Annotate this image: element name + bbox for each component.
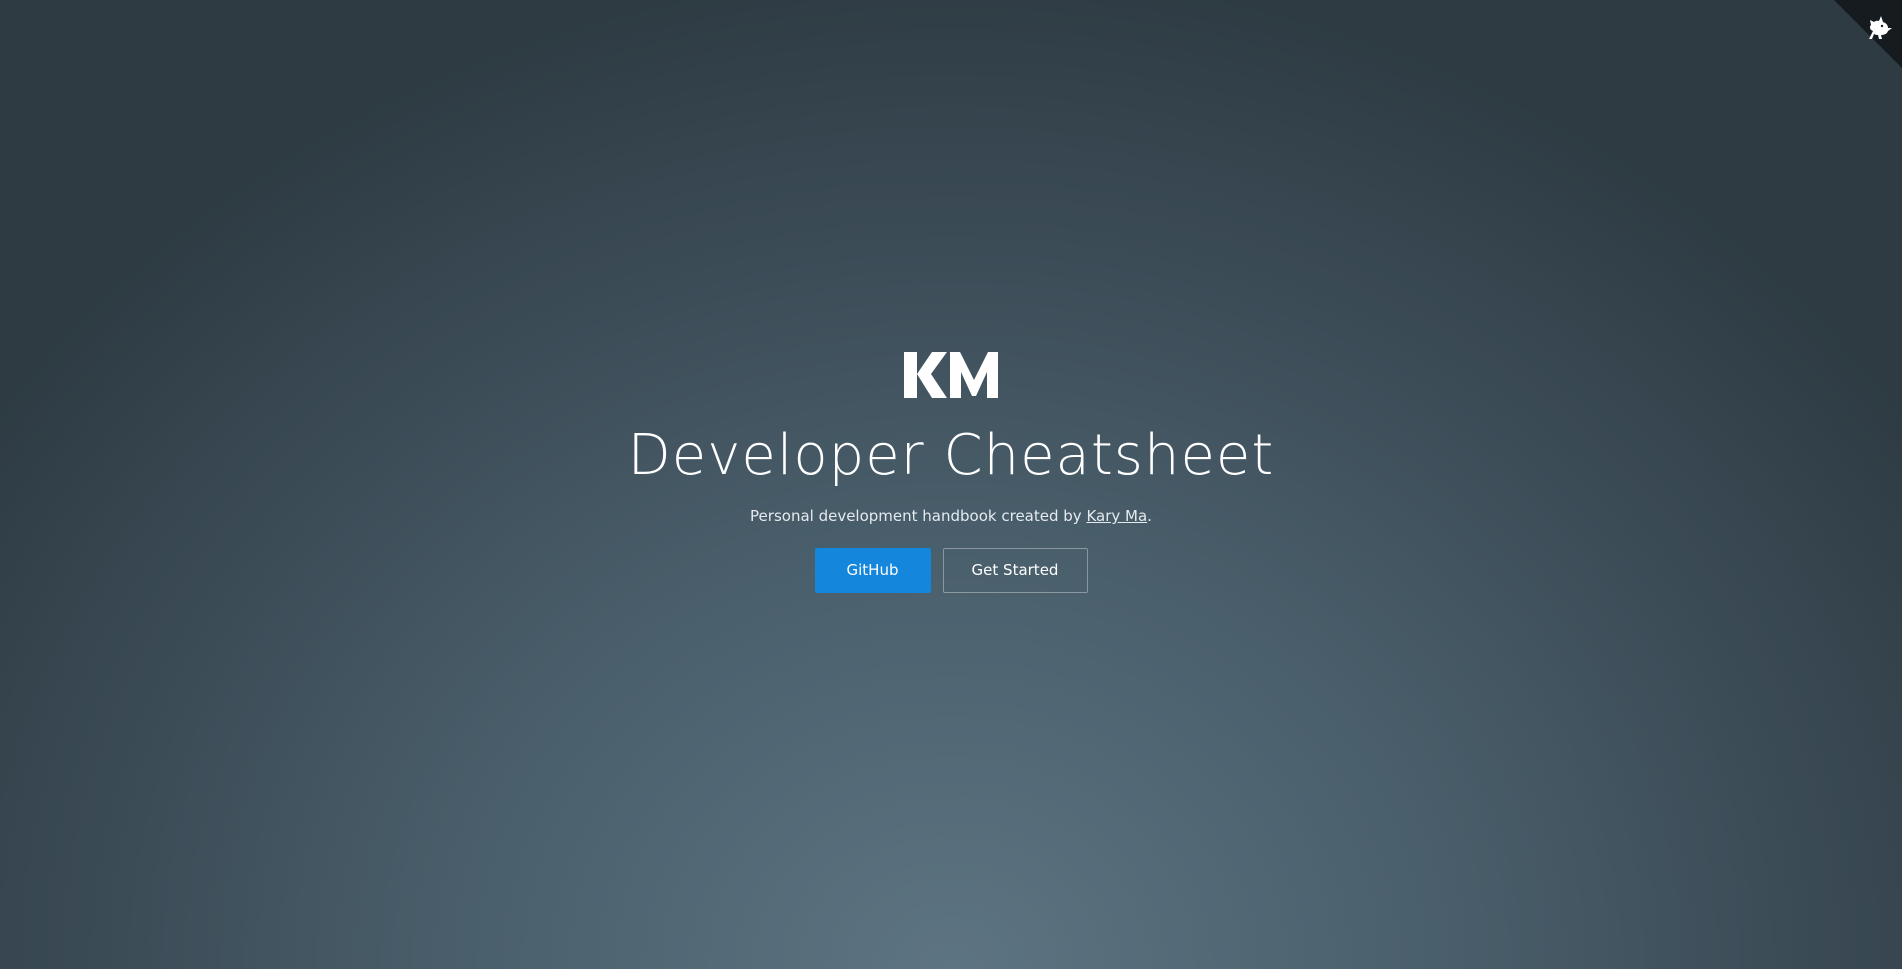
author-link[interactable]: Kary Ma (1086, 507, 1147, 525)
github-corner-link[interactable] (1834, 0, 1902, 68)
cover-section: Developer Cheatsheet Personal developmen… (0, 352, 1902, 593)
subtitle: Personal development handbook created by… (0, 506, 1902, 526)
cat-icon (1869, 16, 1892, 39)
button-group: GitHub Get Started (0, 548, 1902, 593)
subtitle-period: . (1147, 507, 1152, 525)
subtitle-text: Personal development handbook created by (750, 507, 1087, 525)
page-title: Developer Cheatsheet (627, 423, 1275, 488)
get-started-button[interactable]: Get Started (942, 548, 1088, 593)
km-logo (904, 352, 998, 398)
github-button[interactable]: GitHub (814, 548, 931, 593)
